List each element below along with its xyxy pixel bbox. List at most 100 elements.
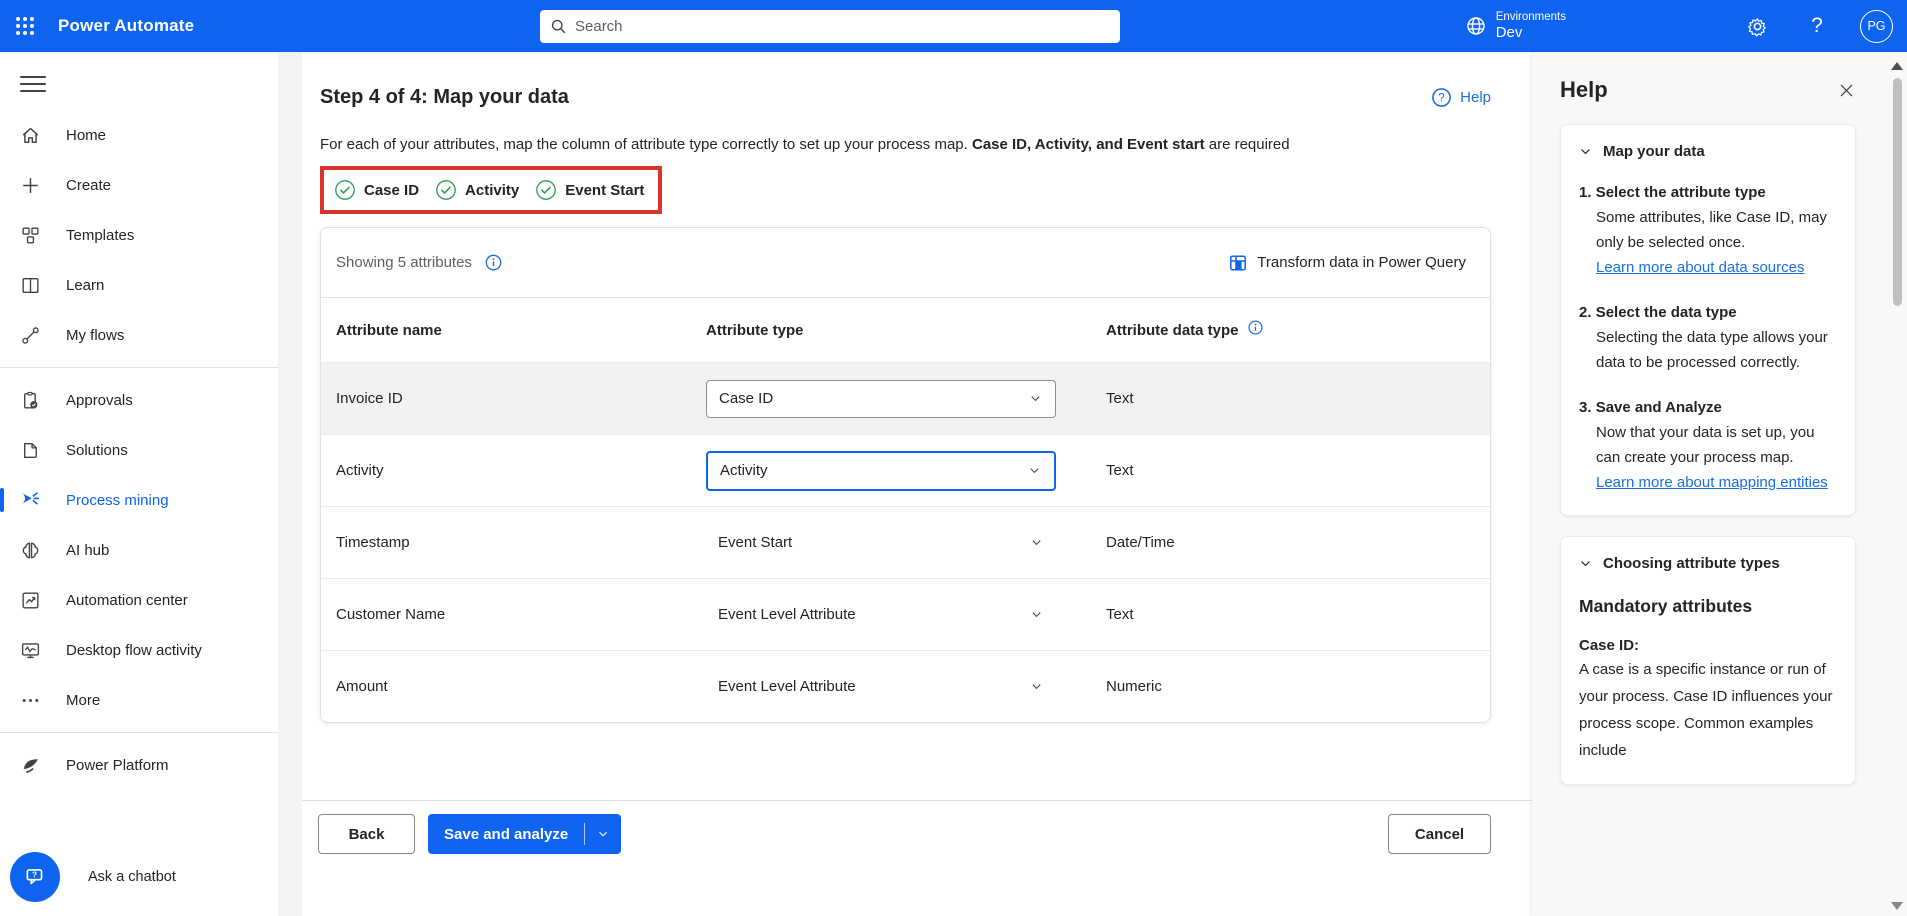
waffle-icon xyxy=(16,17,34,35)
learn-more-data-sources-link[interactable]: Learn more about data sources xyxy=(1596,259,1804,276)
scroll-down-arrow[interactable] xyxy=(1891,902,1903,910)
help-step-body: Some attributes, like Case ID, may only … xyxy=(1596,209,1827,251)
sidebar-item-power-platform[interactable]: Power Platform xyxy=(0,740,278,790)
help-step-body: Now that your data is set up, you can cr… xyxy=(1596,424,1815,466)
dropdown-value: Event Level Attribute xyxy=(718,678,856,695)
search-input[interactable] xyxy=(575,18,1110,35)
templates-icon xyxy=(22,226,39,244)
sidebar-item-templates[interactable]: Templates xyxy=(0,210,278,260)
help-link-label: Help xyxy=(1460,89,1491,106)
sidebar-item-create[interactable]: Create xyxy=(0,160,278,210)
badge-label: Activity xyxy=(465,181,520,199)
sidebar-item-label: Power Platform xyxy=(66,756,169,774)
book-icon xyxy=(22,277,39,293)
plus-icon xyxy=(23,177,38,193)
required-badge-activity: Activity xyxy=(435,179,519,201)
sidebar-item-label: Approvals xyxy=(66,391,133,409)
attribute-type-dropdown[interactable]: Event Level Attribute xyxy=(706,678,1056,695)
settings-gear-icon[interactable] xyxy=(1740,9,1774,43)
attribute-data-type: Date/Time xyxy=(1106,534,1175,551)
help-section-toggle[interactable]: Choosing attribute types xyxy=(1579,555,1835,572)
desktop-monitor-icon xyxy=(21,642,40,658)
sidebar-item-more[interactable]: More xyxy=(0,675,278,725)
sidebar-item-label: Process mining xyxy=(66,491,169,509)
sidebar-item-desktop-flow-activity[interactable]: Desktop flow activity xyxy=(0,625,278,675)
help-card-choosing-attribute-types: Choosing attribute types Mandatory attri… xyxy=(1560,536,1856,785)
help-circle-icon: ? xyxy=(1432,88,1452,107)
close-icon[interactable] xyxy=(1832,76,1860,104)
sidebar-item-process-mining[interactable]: Process mining xyxy=(0,475,278,525)
sidebar-item-solutions[interactable]: Solutions xyxy=(0,425,278,475)
case-id-description: A case is a specific instance or run of … xyxy=(1579,661,1833,759)
user-avatar[interactable]: PG xyxy=(1860,9,1893,43)
sidebar-item-label: Automation center xyxy=(66,591,188,609)
sidebar-item-approvals[interactable]: Approvals xyxy=(0,375,278,425)
save-and-analyze-button[interactable]: Save and analyze xyxy=(428,814,584,854)
flow-icon xyxy=(22,326,39,344)
save-and-analyze-split-button[interactable]: Save and analyze xyxy=(428,814,622,854)
help-section-toggle[interactable]: Map your data xyxy=(1579,143,1835,160)
case-id-term: Case ID: xyxy=(1579,637,1640,654)
save-options-chevron[interactable] xyxy=(585,814,621,854)
solutions-icon xyxy=(24,442,37,458)
sidebar-item-label: Templates xyxy=(66,226,135,244)
attribute-data-type: Numeric xyxy=(1106,678,1162,695)
table-row-activity: Activity Activity Text xyxy=(321,434,1490,506)
search-box[interactable] xyxy=(540,10,1120,43)
badge-label: Event Start xyxy=(565,181,645,199)
help-question-icon[interactable]: ? xyxy=(1800,9,1834,43)
ai-brain-icon xyxy=(22,542,39,558)
hamburger-menu-icon[interactable] xyxy=(20,76,46,92)
chevron-down-icon xyxy=(1581,149,1590,155)
sidebar-item-label: My flows xyxy=(66,326,125,344)
attributes-table-card: Showing 5 attributes Transform data in P… xyxy=(320,227,1491,723)
attribute-type-dropdown[interactable]: Event Start xyxy=(706,534,1056,551)
learn-more-mapping-entities-link[interactable]: Learn more about mapping entities xyxy=(1596,474,1828,491)
scroll-up-arrow[interactable] xyxy=(1891,62,1903,70)
left-navigation: Home Create Templates Learn My flows App… xyxy=(0,52,278,916)
main-content: Step 4 of 4: Map your data ? Help For ea… xyxy=(302,52,1532,916)
attribute-type-dropdown[interactable]: Activity xyxy=(706,450,1056,491)
sidebar-item-automation-center[interactable]: Automation center xyxy=(0,575,278,625)
attribute-name: Invoice ID xyxy=(336,390,403,407)
attribute-data-type: Text xyxy=(1106,462,1134,479)
help-panel: Help Map your data 1. Select the attribu… xyxy=(1532,52,1907,916)
transform-data-power-query-button[interactable]: Transform data in Power Query xyxy=(1228,253,1466,273)
table-row-timestamp: Timestamp Event Start Date/Time xyxy=(321,506,1490,578)
help-step-1: 1. Select the attribute type Some attrib… xyxy=(1579,184,1827,276)
dropdown-value: Case ID xyxy=(719,390,774,407)
sidebar-item-ai-hub[interactable]: AI hub xyxy=(0,525,278,575)
app-title: Power Automate xyxy=(58,16,195,35)
help-panel-scrollbar[interactable] xyxy=(1890,58,1904,916)
ask-chatbot-button[interactable]: ? Ask a chatbot xyxy=(10,852,176,902)
globe-icon xyxy=(1466,17,1485,35)
help-step-body: Selecting the data type allows your data… xyxy=(1596,329,1828,371)
attribute-name: Customer Name xyxy=(336,606,446,623)
info-icon[interactable] xyxy=(1247,319,1264,336)
chatbot-label: Ask a chatbot xyxy=(88,869,176,885)
sidebar-item-home[interactable]: Home xyxy=(0,110,278,160)
app-launcher-waffle-icon[interactable] xyxy=(0,0,50,52)
attribute-name: Amount xyxy=(336,678,388,695)
environment-picker[interactable]: Environments Dev xyxy=(1465,11,1566,41)
help-section-title: Map your data xyxy=(1603,143,1705,160)
table-header-row: Attribute name Attribute type Attribute … xyxy=(321,298,1490,362)
top-bar: Power Automate Environments Dev xyxy=(0,0,1907,52)
check-circle-icon xyxy=(536,180,557,200)
attribute-type-dropdown[interactable]: Event Level Attribute xyxy=(706,606,1056,623)
column-header-attribute-data-type: Attribute data type xyxy=(1106,321,1239,339)
chevron-down-icon xyxy=(1032,684,1041,690)
attribute-type-dropdown[interactable]: Case ID xyxy=(706,379,1056,418)
required-badge-case-id: Case ID xyxy=(334,179,419,201)
help-link[interactable]: ? Help xyxy=(1431,87,1491,108)
info-icon[interactable] xyxy=(484,253,503,272)
table-row-amount: Amount Event Level Attribute Numeric xyxy=(321,650,1490,722)
sidebar-item-my-flows[interactable]: My flows xyxy=(0,310,278,360)
sidebar-item-label: Home xyxy=(66,126,107,144)
back-button[interactable]: Back xyxy=(318,814,415,854)
scrollbar-thumb[interactable] xyxy=(1893,78,1902,306)
wizard-footer: Back Save and analyze Cancel xyxy=(302,800,1532,916)
cancel-button[interactable]: Cancel xyxy=(1388,814,1491,854)
sidebar-item-learn[interactable]: Learn xyxy=(0,260,278,310)
help-step-3: 3. Save and Analyze Now that your data i… xyxy=(1579,399,1828,491)
